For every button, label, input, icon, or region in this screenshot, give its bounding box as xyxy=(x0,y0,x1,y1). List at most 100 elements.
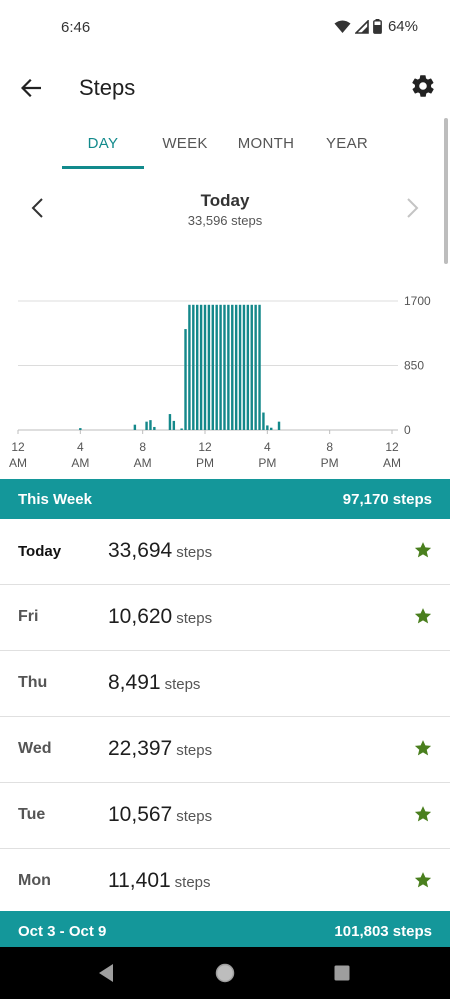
chart-bar xyxy=(192,304,195,430)
chart-bar xyxy=(227,304,230,430)
day-steps-value: 8,491 xyxy=(108,671,161,694)
chart-bar xyxy=(199,304,203,430)
back-button[interactable] xyxy=(16,74,46,102)
x-tick-label: AM xyxy=(383,456,401,470)
status-icons: 64% xyxy=(334,18,418,35)
day-row-thu[interactable]: Thu 8,491 steps xyxy=(0,651,450,717)
x-tick-label: 4 xyxy=(77,440,84,454)
day-steps-unit: steps xyxy=(176,544,213,561)
chart-bar xyxy=(242,304,246,430)
y-tick-label: 0 xyxy=(404,423,411,437)
this-week-label: This Week xyxy=(18,491,92,508)
star-icon xyxy=(414,542,432,558)
day-steps-unit: steps xyxy=(174,874,211,891)
y-tick-label: 850 xyxy=(404,359,424,373)
x-tick-label: 8 xyxy=(326,440,333,454)
chart-bar xyxy=(79,428,82,430)
page-title: Steps xyxy=(79,75,136,100)
chart-bar xyxy=(145,421,148,430)
signal-icon xyxy=(354,19,369,34)
tab-week[interactable]: WEEK xyxy=(148,135,222,152)
chart-bar xyxy=(238,304,242,430)
steps-bar-chart: 1700 850 0 12 AM 4 AM 8 AM 12 PM 4 PM 8 PM 12 AM xyxy=(9,294,431,470)
day-list: Today 33,694 steps Fri 10,620 steps Thu 8,… xyxy=(0,519,450,915)
chart-bar xyxy=(203,304,207,430)
nav-back-icon[interactable] xyxy=(97,963,115,983)
x-tick-label: PM xyxy=(258,456,276,470)
day-row-wed[interactable]: Wed 22,397 steps xyxy=(0,717,450,783)
previous-week-header[interactable]: Oct 3 - Oct 9 101,803 steps xyxy=(0,911,450,947)
chart-bar xyxy=(234,304,238,430)
chart-bar xyxy=(207,304,211,430)
x-tick-label: 4 xyxy=(264,440,271,454)
period-tabs: DAY WEEK MONTH YEAR xyxy=(0,126,450,170)
chart-bar xyxy=(219,304,222,430)
day-row-mon[interactable]: Mon 11,401 steps xyxy=(0,849,450,915)
chart-bar xyxy=(172,420,176,430)
tab-day[interactable]: DAY xyxy=(62,135,144,152)
day-name: Fri xyxy=(18,608,39,625)
nav-home-icon[interactable] xyxy=(215,963,235,983)
chart-bar xyxy=(188,304,191,430)
day-steps-value: 33,694 xyxy=(108,539,173,562)
x-tick-label: PM xyxy=(196,456,214,470)
chart-bar xyxy=(153,426,156,430)
wifi-icon xyxy=(334,20,351,33)
x-tick-label: AM xyxy=(134,456,152,470)
arrow-back-icon xyxy=(21,79,41,97)
nav-recents-icon[interactable] xyxy=(334,965,350,981)
previous-week-label: Oct 3 - Oct 9 xyxy=(18,923,107,940)
y-tick-label: 1700 xyxy=(404,294,431,308)
chart-bar xyxy=(231,304,234,430)
day-steps-value: 11,401 xyxy=(108,869,171,892)
chart-bar xyxy=(266,425,269,430)
chart-bar xyxy=(211,304,214,430)
x-tick-label: AM xyxy=(71,456,89,470)
day-steps-unit: steps xyxy=(176,742,213,759)
chevron-right-icon xyxy=(407,198,419,218)
settings-button[interactable] xyxy=(410,73,436,99)
chart-bar xyxy=(180,428,183,430)
chart-bar xyxy=(250,304,253,430)
chart-bar xyxy=(246,304,250,430)
next-day-button[interactable] xyxy=(400,195,424,221)
chart-bar xyxy=(196,304,199,430)
day-steps: 11,401 steps xyxy=(108,869,211,893)
star-icon xyxy=(414,608,432,624)
date-navigator: Today 33,596 steps xyxy=(0,185,450,235)
battery-icon xyxy=(373,19,382,34)
date-title: Today xyxy=(200,191,250,210)
tab-month[interactable]: MONTH xyxy=(226,135,306,152)
day-steps-unit: steps xyxy=(176,610,213,627)
previous-week-total: 101,803 steps xyxy=(334,923,432,940)
system-nav-bar xyxy=(0,947,450,999)
chart-bar xyxy=(215,304,218,430)
day-steps: 10,620 steps xyxy=(108,605,212,629)
day-name: Thu xyxy=(18,674,48,691)
chart-bar xyxy=(262,412,265,430)
x-tick-label: 12 xyxy=(385,440,399,454)
day-row-tue[interactable]: Tue 10,567 steps xyxy=(0,783,450,849)
x-tick-label: AM xyxy=(9,456,27,470)
star-icon xyxy=(414,806,432,822)
day-steps: 22,397 steps xyxy=(108,737,212,761)
chart-bar xyxy=(133,424,137,430)
steps-chart: 1700 850 0 12 AM 4 AM 8 AM 12 PM 4 PM 8 PM 12 AM xyxy=(0,285,450,475)
day-steps: 8,491 steps xyxy=(108,671,200,695)
day-steps: 33,694 steps xyxy=(108,539,212,563)
day-steps-value: 10,620 xyxy=(108,605,173,628)
day-row-fri[interactable]: Fri 10,620 steps xyxy=(0,585,450,651)
status-bar: 6:46 64% xyxy=(0,0,450,56)
chart-bar xyxy=(223,304,226,430)
day-name: Wed xyxy=(18,740,52,757)
day-row-today[interactable]: Today 33,694 steps xyxy=(0,519,450,585)
day-name: Mon xyxy=(18,872,51,889)
chart-bar xyxy=(258,304,261,430)
x-tick-label: 12 xyxy=(198,440,212,454)
date-total-steps: 33,596 steps xyxy=(187,213,263,228)
tab-year[interactable]: YEAR xyxy=(312,135,382,152)
scrollbar[interactable] xyxy=(444,118,448,264)
chart-bar xyxy=(270,427,273,430)
star-icon xyxy=(414,740,432,756)
chart-bar xyxy=(149,420,152,430)
